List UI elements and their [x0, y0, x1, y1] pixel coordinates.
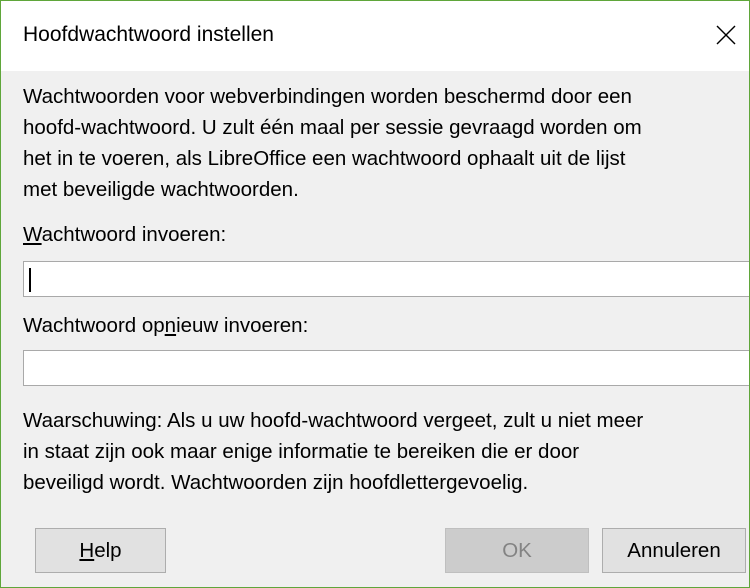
close-button[interactable]: [703, 15, 749, 55]
intro-line: Wachtwoorden voor webverbindingen worden…: [23, 85, 632, 108]
intro-line: het in te voeren, als LibreOffice een wa…: [23, 147, 626, 170]
intro-line: hoofd-wachtwoord. U zult één maal per se…: [23, 116, 642, 139]
confirm-label-after: ieuw invoeren:: [176, 314, 309, 337]
warning-line: beveiligd wordt. Wachtwoorden zijn hoofd…: [23, 471, 529, 494]
warning-line: in staat zijn ook maar enige informatie …: [23, 440, 580, 463]
confirm-password-label: Wachtwoord opnieuw invoeren:: [23, 314, 308, 338]
close-icon: [716, 25, 736, 45]
warning-text: Waarschuwing: Als u uw hoofd-wachtwoord …: [23, 405, 749, 498]
password-label: Wachtwoord invoeren:: [23, 223, 226, 247]
password-label-text: achtwoord invoeren:: [41, 223, 227, 246]
password-input[interactable]: [23, 261, 749, 297]
ok-button[interactable]: OK: [445, 528, 589, 573]
help-button[interactable]: Help: [35, 528, 166, 573]
intro-line: met beveiligde wachtwoorden.: [23, 178, 299, 201]
intro-text: Wachtwoorden voor webverbindingen worden…: [23, 81, 749, 205]
password-label-mnemonic: W: [23, 223, 42, 246]
cancel-button[interactable]: Annuleren: [602, 528, 746, 573]
cancel-button-label: Annuleren: [627, 538, 721, 562]
confirm-password-input[interactable]: [23, 350, 749, 386]
text-caret: [29, 268, 31, 292]
confirm-label-before: Wachtwoord op: [23, 314, 165, 337]
help-button-label: elp: [94, 538, 122, 562]
master-password-dialog: Hoofdwachtwoord instellen Wachtwoorden v…: [0, 0, 750, 588]
confirm-label-mnemonic: n: [164, 314, 177, 337]
ok-button-label: OK: [502, 538, 532, 562]
title-bar: Hoofdwachtwoord instellen: [1, 1, 749, 71]
dialog-title: Hoofdwachtwoord instellen: [23, 23, 274, 46]
warning-line: Waarschuwing: Als u uw hoofd-wachtwoord …: [23, 409, 644, 432]
help-button-mnemonic: H: [79, 538, 95, 562]
